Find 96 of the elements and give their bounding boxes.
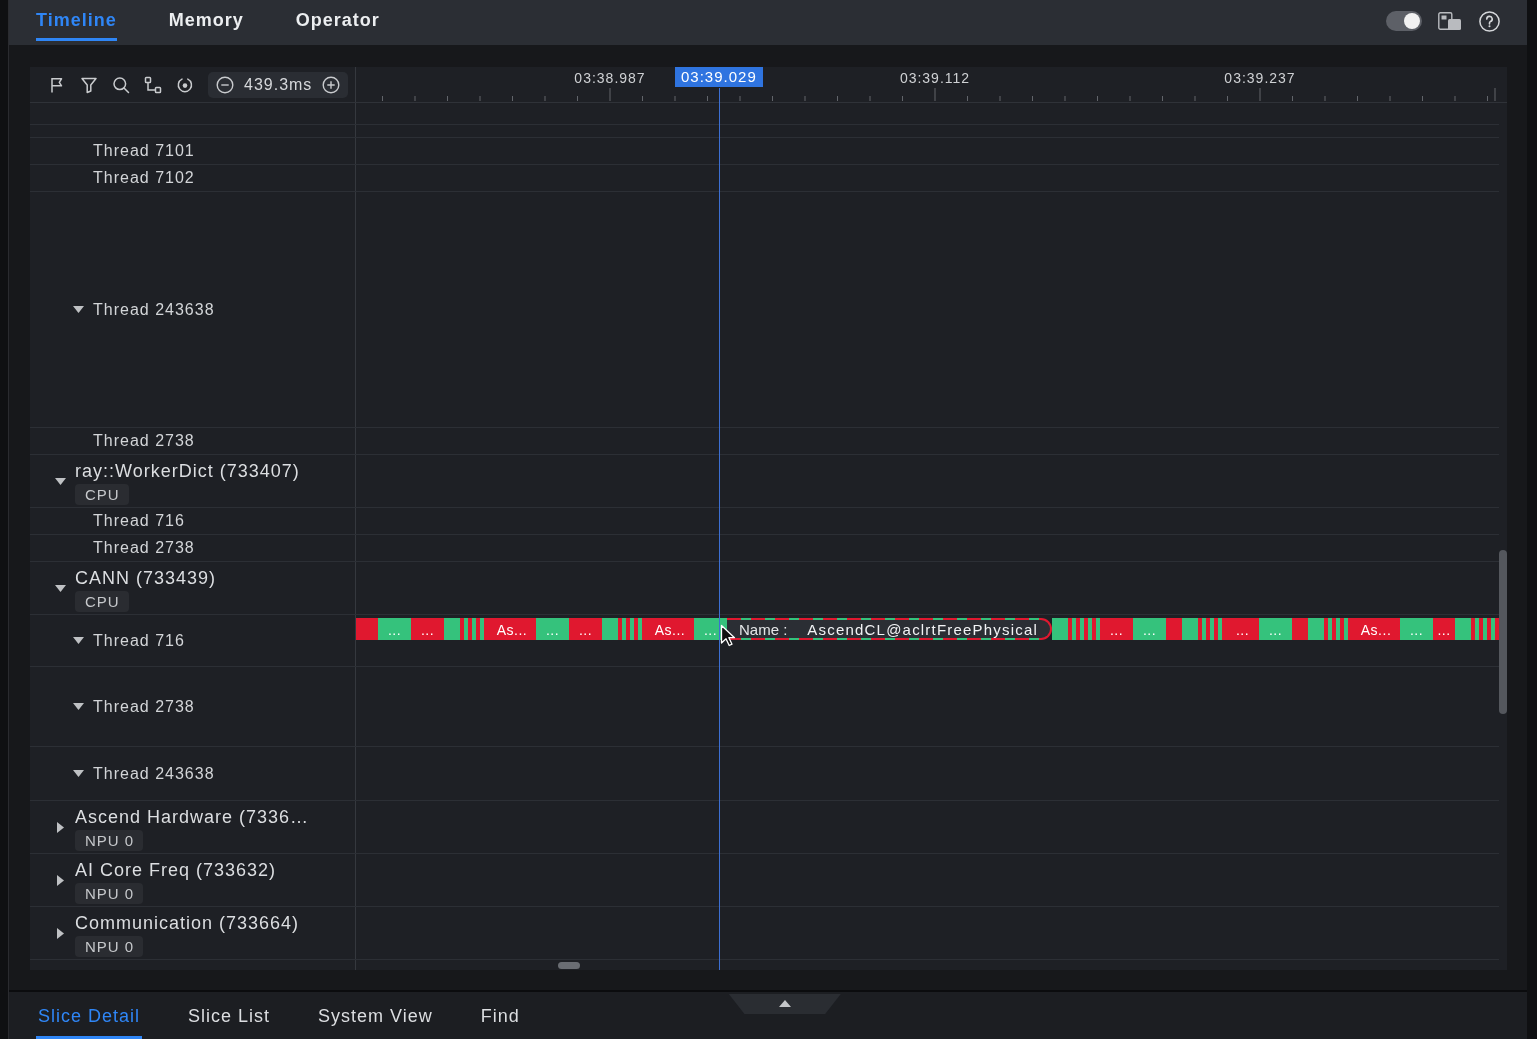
minus-circle-icon[interactable] — [216, 75, 234, 94]
process-name: Ascend Hardware (7336… — [75, 805, 310, 828]
slice-block[interactable]: As... — [646, 618, 694, 640]
slice-block[interactable]: ... — [411, 618, 444, 640]
thread-name: Thread 243638 — [93, 764, 215, 783]
slice-block[interactable] — [1479, 618, 1484, 640]
slice-block[interactable] — [1475, 618, 1480, 640]
slice-block[interactable] — [1483, 618, 1488, 640]
slice-block[interactable] — [1344, 618, 1349, 640]
slice-block[interactable] — [1308, 618, 1325, 640]
slice-block[interactable] — [1292, 618, 1309, 640]
help-icon[interactable] — [1479, 10, 1500, 32]
thread-name: Thread 2738 — [93, 432, 195, 450]
time-label: 03:38.987 — [574, 70, 646, 86]
thread-name: Thread 2738 — [93, 697, 195, 716]
slice-block[interactable] — [1088, 618, 1093, 640]
mouse-pointer-icon — [720, 624, 736, 647]
process-name: ray::WorkerDict (733407) — [75, 459, 300, 482]
slice-block[interactable] — [1324, 618, 1329, 640]
nav-tab[interactable]: Memory — [168, 0, 244, 41]
caret-right-icon[interactable] — [57, 927, 64, 939]
slice-block[interactable] — [1092, 618, 1097, 640]
slice-block[interactable] — [1198, 618, 1203, 640]
slice-block[interactable] — [1487, 618, 1492, 640]
slice-block[interactable] — [1495, 618, 1500, 640]
overlapping-cards-icon[interactable] — [1438, 12, 1461, 30]
thread-name: Thread 716 — [93, 512, 185, 530]
device-tag: NPU 0 — [75, 882, 144, 904]
thread-name: Thread 7102 — [93, 169, 195, 187]
panel-tab[interactable]: System View — [316, 992, 435, 1039]
process-name: Communication (733664) — [75, 911, 300, 934]
search-icon[interactable] — [112, 75, 130, 94]
caret-down-icon[interactable] — [73, 306, 84, 313]
caret-up-icon[interactable] — [778, 1000, 791, 1007]
slice-block[interactable]: ... — [1100, 618, 1134, 640]
tooltip-label: Name : — [739, 620, 788, 638]
slice-block[interactable]: As... — [1352, 618, 1401, 640]
nav-tab[interactable]: Timeline — [36, 0, 117, 41]
slice-block[interactable]: ... — [1226, 618, 1260, 640]
caret-right-icon[interactable] — [57, 821, 64, 833]
plus-circle-icon[interactable] — [322, 75, 341, 94]
zoom-level-text: 439.3ms — [244, 75, 313, 94]
panel-tab[interactable]: Slice Detail — [36, 992, 143, 1039]
cursor-time-label: 03:39.029 — [675, 67, 763, 87]
thread-name: Thread 243638 — [93, 300, 215, 319]
thread-name: Thread 2738 — [93, 539, 195, 557]
thread-name: Thread 7101 — [93, 142, 195, 160]
slice-block[interactable] — [1210, 618, 1215, 640]
slice-block[interactable] — [1206, 618, 1211, 640]
device-tag: CPU — [75, 590, 129, 612]
device-tag: NPU 0 — [75, 935, 144, 957]
slice-block[interactable]: As... — [488, 618, 536, 640]
caret-down-icon[interactable] — [73, 703, 84, 710]
toggle-switch[interactable] — [1386, 11, 1422, 31]
caret-right-icon[interactable] — [57, 874, 64, 886]
process-name: AI Core Freq (733632) — [75, 858, 277, 881]
circle-dot-icon[interactable] — [176, 75, 194, 94]
nav-tab[interactable]: Operator — [295, 0, 380, 41]
device-tag: CPU — [75, 483, 129, 505]
slice-block[interactable] — [1096, 618, 1101, 640]
device-tag: NPU 0 — [75, 829, 144, 851]
panel-tab[interactable]: Slice List — [186, 992, 273, 1039]
slice-block[interactable] — [1332, 618, 1337, 640]
vertical-scrollbar-thumb[interactable] — [1499, 550, 1507, 714]
slice-block[interactable]: ... — [569, 618, 602, 640]
slice-block[interactable] — [1218, 618, 1223, 640]
caret-down-icon[interactable] — [55, 584, 66, 592]
slice-block[interactable] — [1166, 618, 1183, 640]
slice-block[interactable] — [1328, 618, 1333, 640]
slice-block[interactable] — [1214, 618, 1219, 640]
time-label: 03:39.237 — [1224, 70, 1296, 86]
slice-block[interactable] — [1336, 618, 1341, 640]
slice-block[interactable] — [1052, 618, 1069, 640]
caret-down-icon[interactable] — [73, 770, 84, 777]
slice-block[interactable] — [1084, 618, 1089, 640]
connected-squares-icon[interactable] — [144, 75, 162, 94]
caret-down-icon[interactable] — [73, 637, 84, 644]
slice-block[interactable] — [1455, 618, 1472, 640]
slice-block[interactable] — [1080, 618, 1085, 640]
slice-block[interactable]: ... — [1433, 618, 1456, 640]
slice-block[interactable] — [1182, 618, 1199, 640]
process-name: CANN (733439) — [75, 566, 217, 589]
slice-block[interactable] — [1491, 618, 1496, 640]
slice-block[interactable] — [1076, 618, 1081, 640]
slice-block[interactable] — [1068, 618, 1073, 640]
caret-down-icon[interactable] — [55, 477, 66, 485]
slice-block[interactable] — [1340, 618, 1345, 640]
horizontal-scrollbar-thumb[interactable] — [558, 962, 580, 969]
funnel-icon[interactable] — [80, 75, 98, 94]
slice-block[interactable] — [1072, 618, 1077, 640]
slice-block[interactable] — [1471, 618, 1476, 640]
tooltip-value: AscendCL@aclrtFreePhysical — [807, 620, 1039, 638]
slice-block[interactable] — [1202, 618, 1207, 640]
time-label: 03:39.112 — [899, 70, 971, 86]
panel-tab[interactable]: Find — [478, 992, 522, 1039]
thread-name: Thread 716 — [93, 631, 185, 650]
